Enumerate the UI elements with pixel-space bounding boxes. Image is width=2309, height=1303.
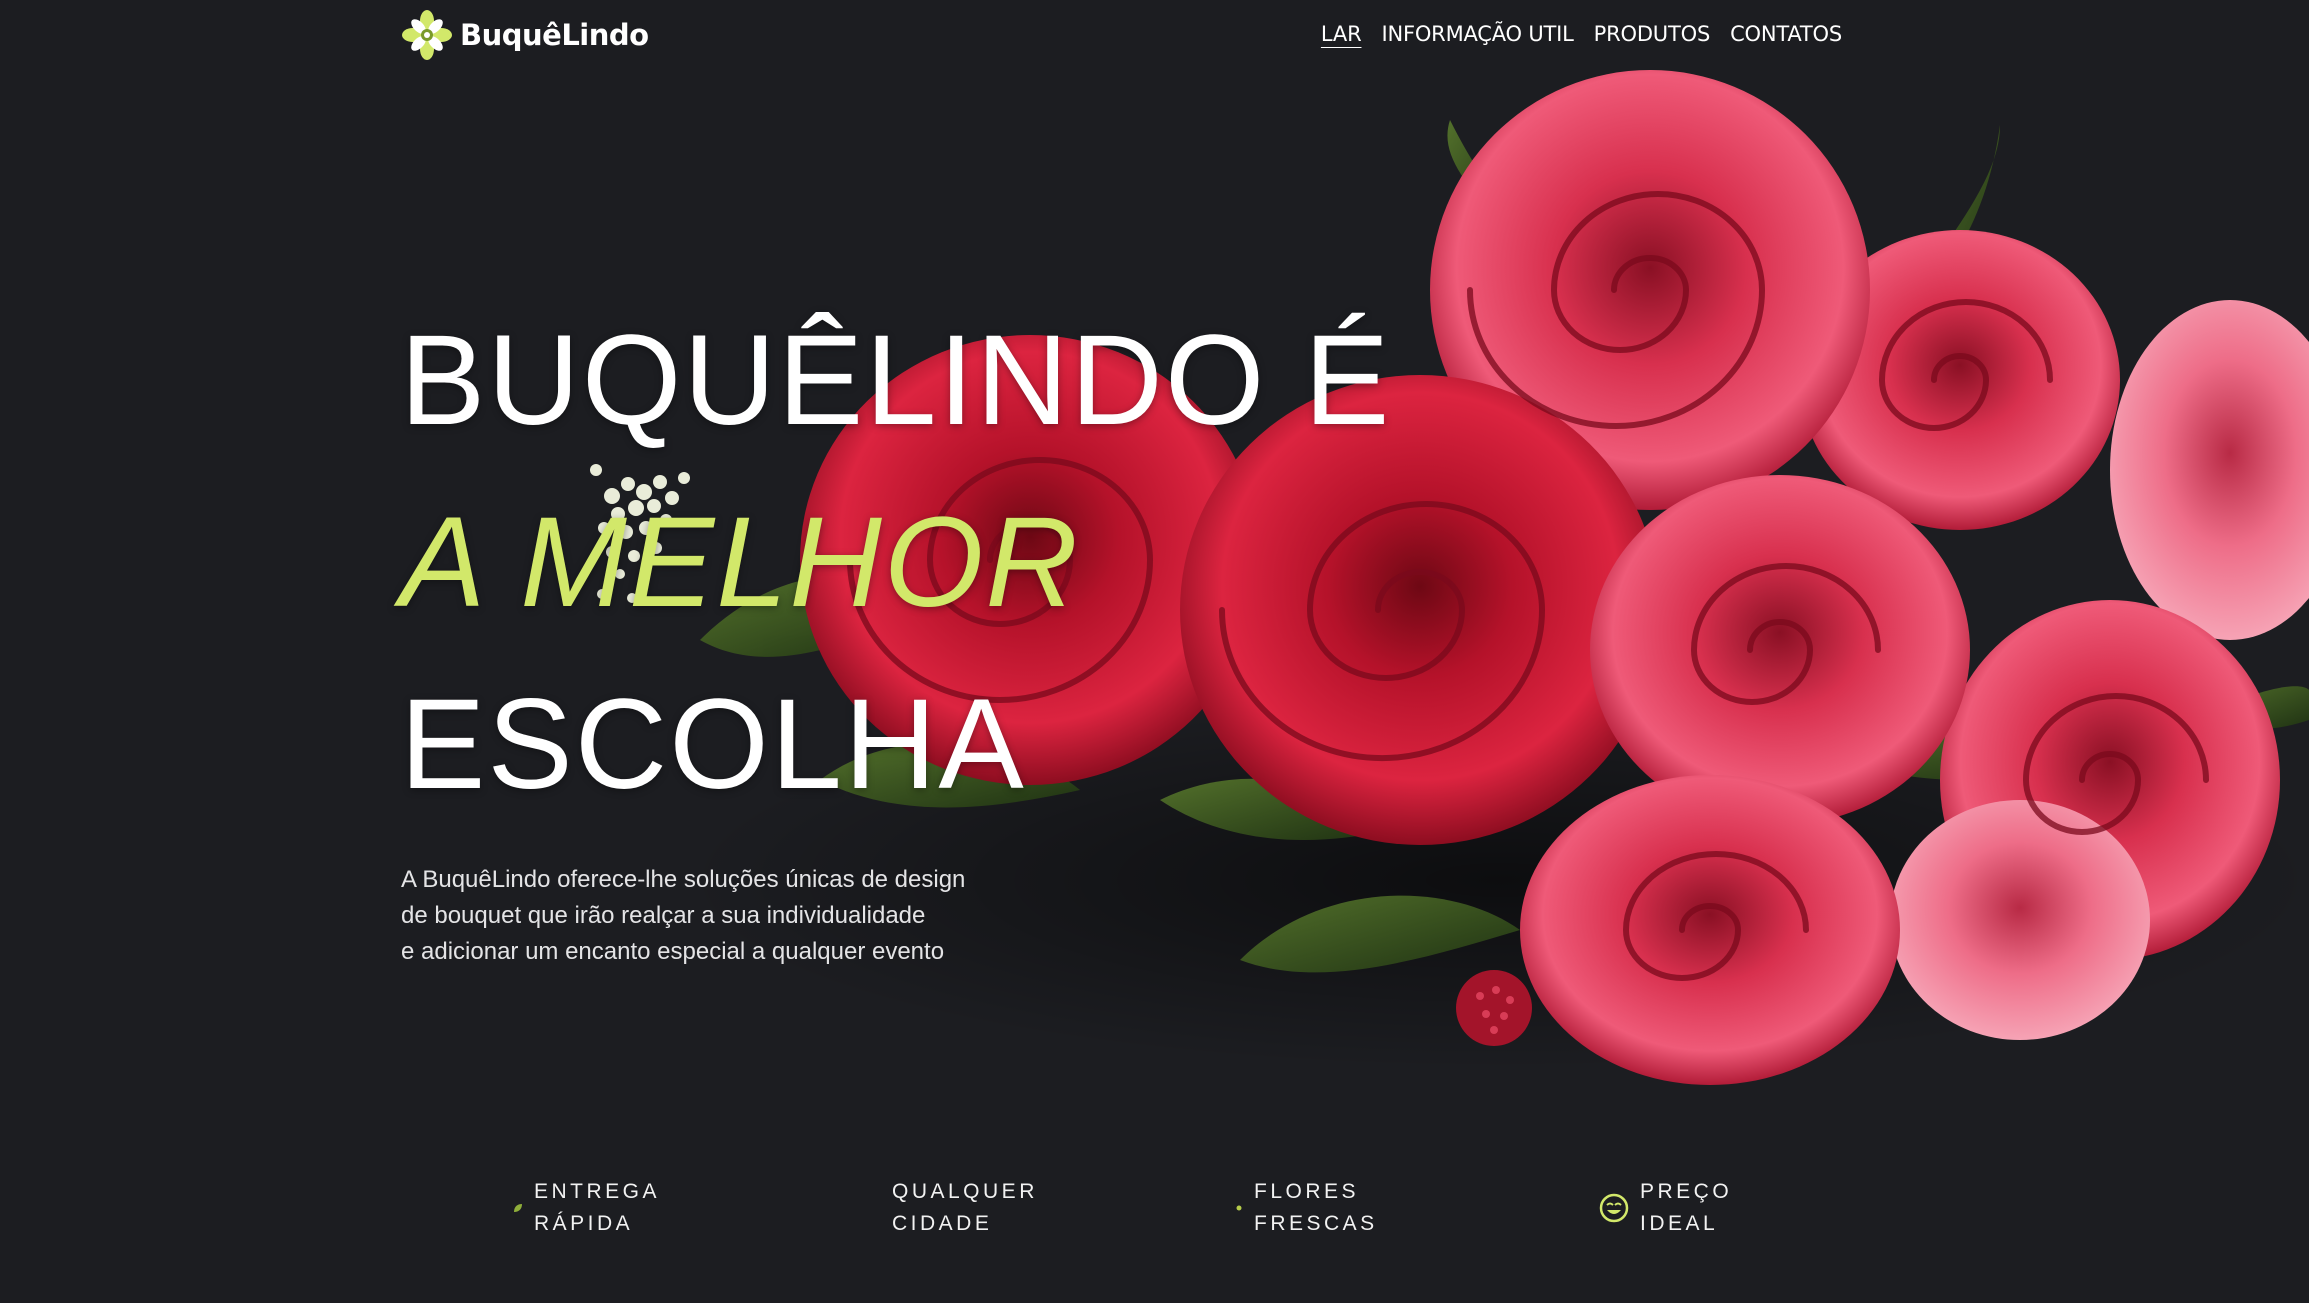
features-row: ENTREGA RÁPIDA QUALQUER CIDADE FLORES FR… xyxy=(0,1176,2309,1256)
leaf-icon xyxy=(512,1202,524,1214)
nav-link-produtos[interactable]: PRODUTOS xyxy=(1594,22,1711,49)
feature-flores-frescas: FLORES FRESCAS xyxy=(1234,1176,1378,1240)
feature-label: QUALQUER CIDADE xyxy=(892,1180,1038,1235)
feature-preco-ideal: PREÇO IDEAL xyxy=(1598,1176,1732,1240)
hero-description-line: A BuquêLindo oferece-lhe soluções únicas… xyxy=(401,866,966,893)
feature-label: ENTREGA RÁPIDA xyxy=(534,1180,661,1235)
hero-title-line-1: BUQUÊLINDO É xyxy=(400,309,1392,452)
nav-link-contatos[interactable]: CONTATOS xyxy=(1730,22,1842,49)
sprout-icon xyxy=(1234,1203,1244,1213)
landing-page: BuquêLindo LAR INFORMAÇÃO UTIL PRODUTOS … xyxy=(0,0,2309,1303)
hero-headline: BUQUÊLINDO É A MELHOR ESCOLHA xyxy=(400,290,1391,836)
logo-text: BuquêLindo xyxy=(460,18,649,52)
flower-logo-icon xyxy=(402,8,452,62)
hero-description-line: de bouquet que irão realçar a sua indivi… xyxy=(401,902,926,929)
hero-description: A BuquêLindo oferece-lhe soluções únicas… xyxy=(401,862,1061,970)
feature-entrega-rapida: ENTREGA RÁPIDA xyxy=(512,1176,660,1240)
hero-title-line-2: A MELHOR xyxy=(400,491,1080,634)
logo[interactable]: BuquêLindo xyxy=(402,8,649,62)
hero-title-line-3: ESCOLHA xyxy=(400,673,1026,816)
site-header: BuquêLindo LAR INFORMAÇÃO UTIL PRODUTOS … xyxy=(402,8,1842,62)
nav-link-informacao-util[interactable]: INFORMAÇÃO UTIL xyxy=(1381,22,1573,49)
feature-qualquer-cidade: QUALQUER CIDADE xyxy=(882,1176,1038,1240)
hero-description-line: e adicionar um encanto especial a qualqu… xyxy=(401,938,945,965)
main-nav: LAR INFORMAÇÃO UTIL PRODUTOS CONTATOS xyxy=(1321,22,1842,49)
feature-label: PREÇO IDEAL xyxy=(1640,1180,1733,1235)
smile-icon xyxy=(1598,1192,1630,1224)
nav-link-lar[interactable]: LAR xyxy=(1321,22,1362,49)
feature-label: FLORES FRESCAS xyxy=(1254,1180,1378,1235)
